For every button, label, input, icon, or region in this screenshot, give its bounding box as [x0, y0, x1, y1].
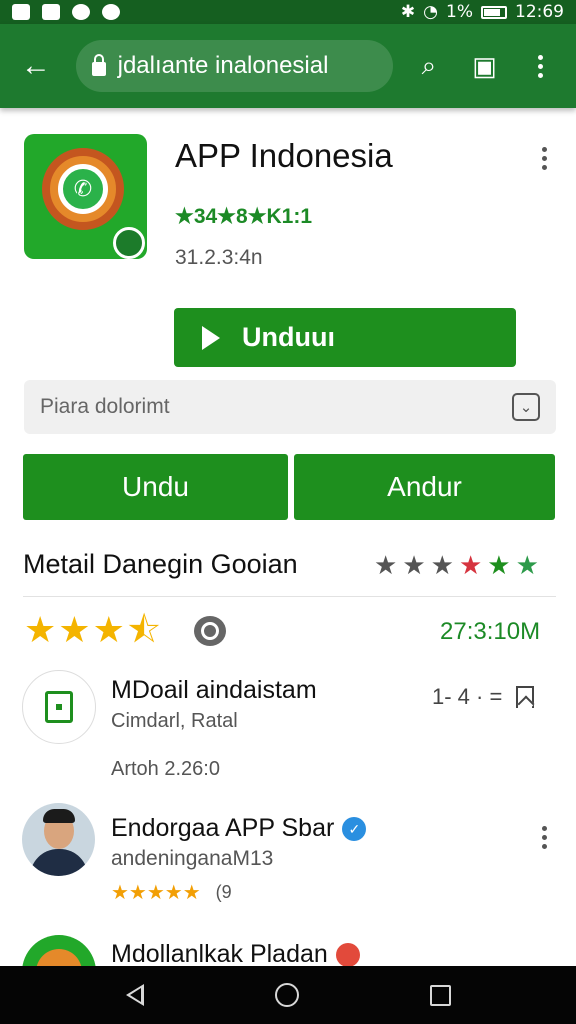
more-vert-icon[interactable] [518, 44, 562, 88]
shield-icon [42, 4, 60, 20]
section-stars: ★ ★ ★ ★ ★ ★ [374, 550, 539, 580]
play-icon [202, 325, 220, 350]
bluetooth-icon: ✱ [400, 2, 416, 22]
bookmark-icon[interactable] [516, 686, 535, 708]
verified-icon: ✓ [342, 817, 367, 842]
nav-back-icon[interactable] [125, 984, 144, 1006]
star-icon: ★ [374, 550, 398, 580]
star-icon: ★ [402, 550, 426, 580]
battery-icon [481, 5, 507, 19]
app-badge-icon [113, 227, 145, 259]
navigation-bar [0, 966, 576, 1024]
divider [23, 596, 556, 597]
document-icon [45, 691, 73, 723]
install-label: Unduuı [242, 322, 335, 352]
install-button[interactable]: Unduuı [174, 308, 516, 367]
star-icon: ⯪ [126, 609, 161, 650]
search-placeholder: Piara dolorimt [40, 395, 170, 418]
list-item-icon[interactable] [22, 670, 96, 744]
browser-toolbar: ← jdalıante inalonesial ⌕ ▣ [0, 24, 576, 108]
list-item-subtitle: Cimdarl, Ratal [111, 710, 238, 732]
gallery-icon [12, 4, 30, 20]
wifi-icon: ◔ [423, 2, 439, 22]
location-icon [102, 4, 120, 20]
app-rating: ★34★8★K1:1 [175, 205, 313, 228]
battery-text: 1% [446, 2, 473, 22]
download-box-icon[interactable]: ⌄ [512, 393, 540, 421]
download-left-label: Undu [122, 471, 189, 502]
more-vert-icon[interactable] [531, 826, 557, 852]
app-icon[interactable]: ✆ [24, 134, 147, 259]
search-icon[interactable]: ⌕ [407, 44, 451, 88]
list-item-stars: ★★★★★ (9 [111, 880, 232, 905]
download-right-button[interactable]: Andur [294, 454, 555, 520]
list-item-title[interactable]: MDoail aindaistam [111, 676, 317, 705]
app-title: APP Indonesia [175, 137, 393, 174]
share-action[interactable]: 1- 4 · = [432, 684, 502, 710]
avatar[interactable] [22, 803, 95, 876]
camera-icon[interactable] [194, 616, 226, 646]
status-bar: ✱ ◔ 1% 12:69 [0, 0, 576, 24]
rating-stars: ★ ★ ★ ⯪ [24, 610, 161, 650]
star-rating: ★★★★★ [111, 882, 201, 904]
lock-icon [91, 54, 106, 76]
url-text: jdalıante inalonesial [117, 52, 329, 79]
download-right-label: Andur [387, 471, 462, 502]
search-input[interactable]: Piara dolorimt ⌄ [24, 380, 556, 434]
star-icon: ★ [92, 609, 125, 650]
back-arrow-icon[interactable]: ← [14, 44, 58, 88]
badge-icon [335, 943, 360, 968]
phone-icon: ✆ [58, 164, 108, 214]
status-time: 12:69 [515, 2, 564, 22]
list-item-subtitle: andeninganaM13 [111, 847, 274, 870]
star-icon: ★ [515, 550, 539, 580]
star-icon: ★ [24, 609, 57, 650]
star-icon: ★ [430, 550, 454, 580]
list-item-version: Artoh 2.26:0 [111, 758, 220, 780]
star-icon: ★ [58, 609, 91, 650]
url-bar[interactable]: jdalıante inalonesial [75, 40, 394, 92]
nav-recents-icon[interactable] [429, 984, 451, 1006]
list-item-title[interactable]: Endorgaa APP Sbar ✓ [111, 814, 367, 843]
star-icon: ★ [458, 550, 483, 580]
review-count: (9 [215, 882, 232, 902]
nav-home-icon[interactable] [274, 983, 299, 1007]
download-left-button[interactable]: Undu [23, 454, 288, 520]
tab-icon[interactable]: ▣ [463, 44, 507, 88]
rating-count: 27:3:10M [440, 618, 541, 645]
list-item-actions: 1- 4 · = [432, 684, 535, 710]
app-more-icon[interactable] [530, 140, 558, 176]
section-title: Metail Danegin Gooian [23, 549, 298, 579]
list-item-title[interactable]: Mdollanlkak Pladan [111, 940, 360, 969]
chat-icon [72, 4, 90, 20]
star-icon: ★ [487, 550, 511, 580]
app-meta: 31.2.3:4n [175, 246, 263, 269]
